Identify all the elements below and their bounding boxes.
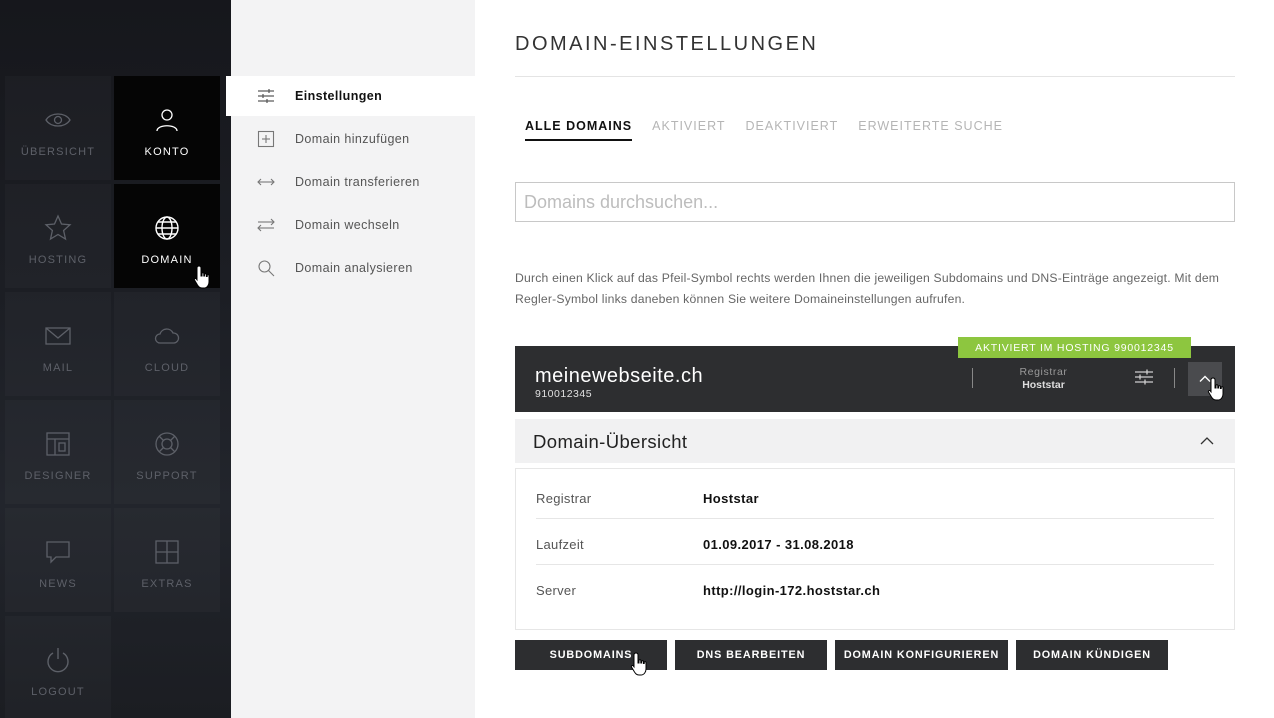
plus-box-icon [155,540,179,564]
domain-name: meinewebseite.ch [535,365,704,387]
detail-value: http://login-172.hoststar.ch [703,583,881,598]
nav-tile-konto[interactable]: KONTO [114,76,220,180]
tab-aktiviert[interactable]: AKTIVIERT [652,119,725,141]
submenu-item-label: Einstellungen [295,89,383,103]
tab-erweiterte-suche[interactable]: ERWEITERTE SUCHE [858,119,1003,141]
sliders-settings-icon[interactable] [1133,366,1155,388]
submenu-item-label: Domain analysieren [295,261,413,275]
domain-search-input[interactable] [515,182,1235,222]
nav-tile-hosting[interactable]: HOSTING [5,184,111,288]
nav-tile-extras[interactable]: EXTRAS [114,508,220,612]
nav-tile-domain[interactable]: DOMAIN [114,184,220,288]
user-icon [156,109,178,132]
page-title: DOMAIN-EINSTELLUNGEN [515,33,819,55]
domain-filter-tabs: ALLE DOMAINS AKTIVIERT DEAKTIVIERT ERWEI… [525,119,1023,141]
power-icon [47,648,69,673]
submenu-item-einstellungen[interactable]: Einstellungen [226,76,475,116]
nav-tile-label: DESIGNER [24,470,92,482]
submenu-item-label: Domain transferieren [295,175,420,189]
nav-tile-label: KONTO [144,146,190,158]
nav-tile-label: DOMAIN [141,254,193,266]
divider [1174,368,1175,388]
hosting-status-badge: AKTIVIERT IM HOSTING 990012345 [958,337,1191,358]
detail-key: Server [536,583,577,598]
sliders-icon [258,89,274,103]
speech-bubble-icon [46,541,70,564]
submenu-item-label: Domain hinzufügen [295,132,410,146]
registrar-value: Hoststar [1022,379,1065,391]
nav-tile-label: MAIL [42,362,74,374]
submenu-item-domain-transferieren[interactable]: Domain transferieren [226,162,475,202]
nav-tile-label: LOGOUT [31,686,85,698]
registrar-label: Registrar [1019,366,1068,378]
detail-row: Laufzeit 01.09.2017 - 31.08.2018 [536,519,1214,565]
domain-kuendigen-button[interactable]: DOMAIN KÜNDIGEN [1016,640,1168,670]
nav-tile-support[interactable]: SUPPORT [114,400,220,504]
subdomains-button[interactable]: SUBDOMAINS [515,640,667,670]
detail-key: Registrar [536,491,592,506]
section-title: Domain-Übersicht [533,431,688,452]
chevron-up-icon [1200,437,1214,445]
detail-value: Hoststar [703,491,759,506]
nav-tile-cloud[interactable]: CLOUD [114,292,220,396]
main-navigation: ÜBERSICHT KONTO HOSTING DOMAIN MAIL CLOU… [0,0,231,718]
title-divider [515,76,1235,77]
nav-tile-designer[interactable]: DESIGNER [5,400,111,504]
submenu-item-domain-analysieren[interactable]: Domain analysieren [226,248,475,288]
detail-key: Laufzeit [536,537,584,552]
nav-tile-label: NEWS [39,578,77,590]
globe-icon [155,216,179,240]
detail-row: Registrar Hoststar [536,473,1214,519]
eye-icon [45,113,71,127]
main-content: DOMAIN-EINSTELLUNGEN ALLE DOMAINS AKTIVI… [475,0,1274,718]
nav-tile-label: SUPPORT [136,470,198,482]
nav-tile-label: ÜBERSICHT [20,146,96,158]
divider [972,368,973,388]
nav-tile-uebersicht[interactable]: ÜBERSICHT [5,76,111,180]
detail-value: 01.09.2017 - 31.08.2018 [703,537,854,552]
lifebuoy-icon [155,432,179,456]
nav-tile-mail[interactable]: MAIL [5,292,111,396]
nav-tile-label: EXTRAS [141,578,193,590]
domain-overview-header[interactable]: Domain-Übersicht [515,419,1235,463]
double-arrow-icon [257,178,275,186]
nav-tile-news[interactable]: NEWS [5,508,111,612]
magnifier-icon [258,260,275,277]
submenu-item-domain-wechseln[interactable]: Domain wechseln [226,205,475,245]
cloud-icon [154,328,180,344]
collapse-domain-button[interactable] [1188,362,1222,396]
plus-square-icon [257,130,275,148]
swap-arrows-icon [257,218,275,232]
chevron-up-icon [1199,375,1211,382]
instruction-text: Durch einen Klick auf das Pfeil-Symbol r… [515,271,1220,306]
envelope-icon [45,327,71,345]
domain-details-table: Registrar Hoststar Laufzeit 01.09.2017 -… [515,468,1235,630]
dns-bearbeiten-button[interactable]: DNS BEARBEITEN [675,640,827,670]
submenu-item-domain-hinzufuegen[interactable]: Domain hinzufügen [226,119,475,159]
domain-actions: SUBDOMAINS DNS BEARBEITEN DOMAIN KONFIGU… [515,640,1176,670]
layout-icon [46,432,70,456]
domain-id: 910012345 [535,388,593,400]
nav-tile-label: CLOUD [144,362,190,374]
tab-alle-domains[interactable]: ALLE DOMAINS [525,119,633,141]
nav-tile-logout[interactable]: LOGOUT [5,616,111,718]
domain-konfigurieren-button[interactable]: DOMAIN KONFIGURIEREN [835,640,1008,670]
submenu-item-label: Domain wechseln [295,218,400,232]
detail-row: Server http://login-172.hoststar.ch [536,565,1214,611]
app-root: ÜBERSICHT KONTO HOSTING DOMAIN MAIL CLOU… [0,0,1274,718]
nav-tile-label: HOSTING [28,254,88,266]
domain-submenu: Einstellungen Domain hinzufügen Domain t… [226,0,475,718]
tab-deaktiviert[interactable]: DEAKTIVIERT [746,119,839,141]
star-icon [44,214,72,241]
